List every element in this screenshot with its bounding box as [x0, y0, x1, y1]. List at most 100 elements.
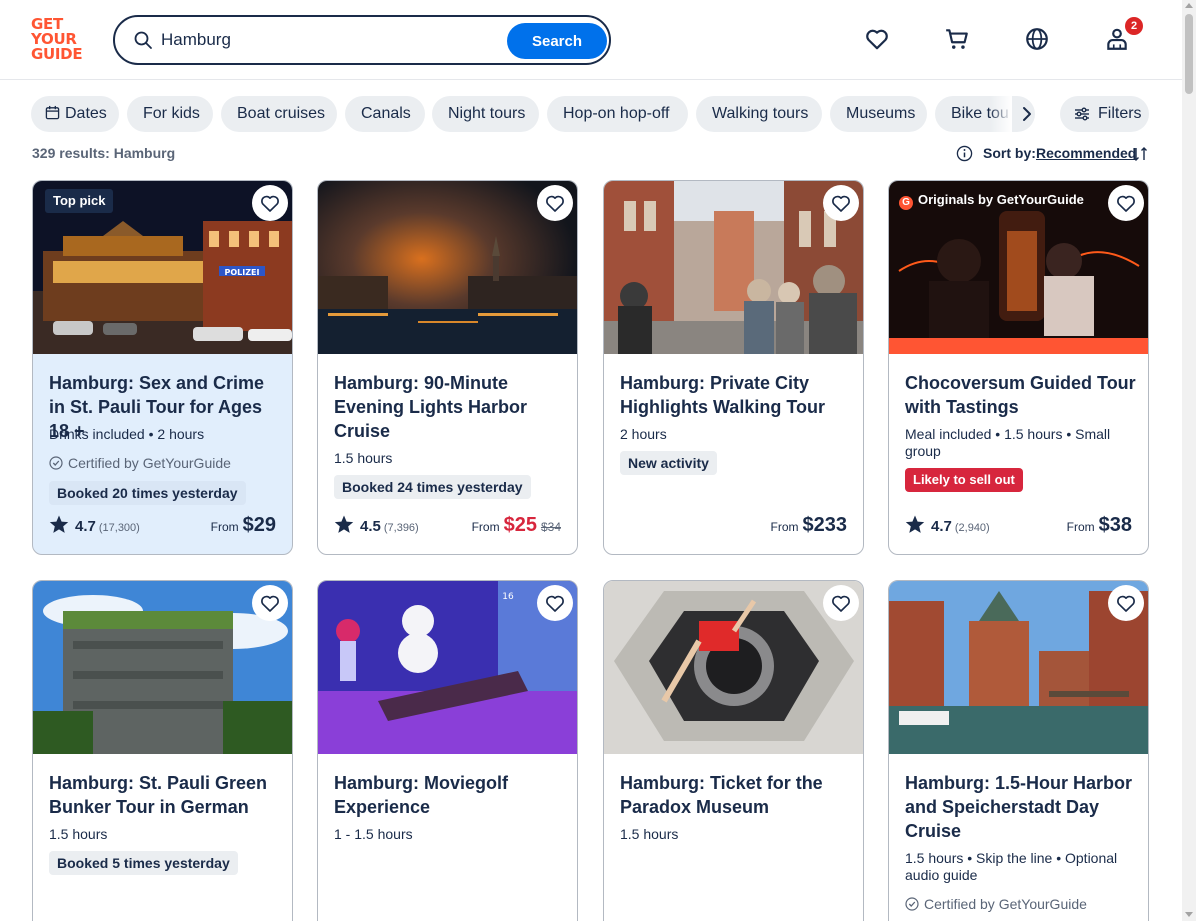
chip-night-tours[interactable]: Night tours — [432, 96, 539, 132]
wishlist-button[interactable] — [1108, 185, 1144, 221]
heart-icon — [261, 195, 279, 212]
wishlist-button[interactable] — [823, 185, 859, 221]
heart-icon — [1117, 195, 1135, 212]
certified-label: Certified by GetYourGuide — [905, 896, 1087, 912]
price-from-label: From — [770, 520, 799, 534]
activity-card[interactable]: G Originals by GetYourGuide Chocoversum G… — [888, 180, 1149, 555]
activity-card[interactable]: Hamburg: 1.5-Hour Harbor and Speichersta… — [888, 580, 1149, 921]
activity-card[interactable]: Hamburg: Ticket for the Paradox Museum 1… — [603, 580, 864, 921]
logo[interactable]: GET YOUR GUIDE — [31, 17, 91, 63]
certified-label: Certified by GetYourGuide — [49, 455, 231, 471]
chevron-right-icon[interactable] — [1014, 100, 1040, 128]
originals-label: Originals by GetYourGuide — [918, 192, 1084, 207]
activity-card[interactable]: Hamburg: Private City Highlights Walking… — [603, 180, 864, 555]
heart-icon — [832, 595, 850, 612]
originals-logo-icon: G — [899, 196, 913, 210]
heart-icon — [546, 195, 564, 212]
card-meta: 1.5 hours — [49, 826, 108, 842]
price-amount: $38 — [1098, 514, 1132, 536]
sort-value[interactable]: Recommended — [1036, 145, 1136, 161]
card-meta: Meal included • 1.5 hours • Small group — [905, 426, 1111, 459]
review-count: (7,396) — [383, 522, 419, 534]
chip-hop-on-hop-off[interactable]: Hop-on hop-off — [547, 96, 688, 132]
heart-icon — [546, 595, 564, 612]
wishlist-button[interactable] — [252, 585, 288, 621]
booked-badge: Booked 24 times yesterday — [334, 475, 531, 499]
card-title[interactable]: Hamburg: 1.5-Hour Harbor and Speichersta… — [905, 771, 1140, 843]
heart-icon[interactable] — [864, 26, 890, 52]
chip-dates[interactable]: Dates — [31, 96, 119, 132]
star-icon — [49, 515, 69, 533]
top-header: GET YOUR GUIDE Search 2 — [0, 0, 1182, 80]
chip-label: Dates — [65, 105, 107, 122]
wishlist-button[interactable] — [252, 185, 288, 221]
star-icon — [905, 515, 925, 533]
card-title[interactable]: Hamburg: Moviegolf Experience — [334, 771, 569, 819]
card-title[interactable]: Hamburg: Ticket for the Paradox Museum — [620, 771, 855, 819]
filters-icon — [1075, 107, 1089, 121]
sell-out-badge: Likely to sell out — [905, 468, 1023, 492]
wishlist-button[interactable] — [537, 185, 573, 221]
chips-fade — [990, 96, 1012, 132]
results-count: 329 results: Hamburg — [32, 145, 176, 161]
top-pick-badge: Top pick — [45, 189, 114, 213]
card-title[interactable]: Hamburg: 90-Minute Evening Lights Harbor… — [334, 371, 569, 443]
booked-badge: Booked 5 times yesterday — [49, 851, 238, 875]
rating-value: 4.5 — [360, 518, 381, 535]
price: From $25 $34 — [472, 514, 561, 537]
logo-line-3: GUIDE — [31, 45, 83, 63]
card-title[interactable]: Hamburg: Private City Highlights Walking… — [620, 371, 855, 419]
price-from-label: From — [471, 520, 500, 534]
search-icon — [134, 31, 152, 49]
chip-canals[interactable]: Canals — [345, 96, 425, 132]
originals-bar — [889, 338, 1148, 354]
check-badge-icon — [49, 456, 63, 470]
price-amount: $233 — [802, 514, 848, 536]
card-title[interactable]: Chocoversum Guided Tour with Tastings — [905, 371, 1140, 419]
review-count: (17,300) — [98, 522, 140, 534]
certified-text: Certified by GetYourGuide — [68, 455, 231, 471]
search-bar: Search — [113, 15, 611, 65]
scroll-down-arrow[interactable] — [1185, 912, 1193, 917]
chip-boat-cruises[interactable]: Boat cruises — [221, 96, 337, 132]
globe-icon[interactable] — [1024, 26, 1050, 52]
card-title[interactable]: Hamburg: St. Pauli Green Bunker Tour in … — [49, 771, 284, 819]
certified-text: Certified by GetYourGuide — [924, 896, 1087, 912]
scrollbar[interactable] — [1182, 0, 1196, 921]
price: From $38 — [1067, 514, 1132, 537]
rating: 4.7 (2,940) — [905, 515, 990, 537]
chip-walking-tours[interactable]: Walking tours — [696, 96, 822, 132]
price-amount: $29 — [242, 514, 276, 536]
activity-card[interactable]: 16 Hamburg: Moviegolf Experience 1 - 1.5… — [317, 580, 578, 921]
booked-badge: Booked 20 times yesterday — [49, 481, 246, 505]
search-button[interactable]: Search — [507, 23, 607, 59]
calendar-icon — [45, 105, 60, 120]
card-meta: 2 hours — [620, 426, 667, 442]
cart-icon[interactable] — [944, 26, 970, 52]
wishlist-button[interactable] — [823, 585, 859, 621]
chip-for-kids[interactable]: For kids — [127, 96, 213, 132]
info-icon[interactable] — [956, 145, 973, 162]
category-chips: Dates For kids Boat cruises Canals Night… — [31, 96, 1041, 132]
search-input[interactable] — [161, 27, 501, 53]
price-from-label: From — [1066, 520, 1095, 534]
sort-icon[interactable] — [1131, 145, 1149, 163]
polizei-sign: POLIZEI — [225, 268, 260, 277]
card-meta: 1.5 hours — [334, 450, 393, 466]
activity-card[interactable]: Hamburg: 90-Minute Evening Lights Harbor… — [317, 180, 578, 555]
wishlist-button[interactable] — [1108, 585, 1144, 621]
wishlist-button[interactable] — [537, 585, 573, 621]
card-meta: 1.5 hours — [620, 826, 679, 842]
chip-museums[interactable]: Museums — [830, 96, 927, 132]
scroll-up-arrow[interactable] — [1185, 3, 1193, 8]
card-meta: 1 - 1.5 hours — [334, 826, 413, 842]
activity-card[interactable]: Hamburg: St. Pauli Green Bunker Tour in … — [32, 580, 293, 921]
review-count: (2,940) — [954, 522, 990, 534]
heart-icon — [1117, 595, 1135, 612]
sort-label: Sort by: — [983, 145, 1036, 161]
activity-card[interactable]: POLIZEI Top pick Hamburg: Sex and Crime … — [32, 180, 293, 555]
star-icon — [334, 515, 354, 533]
cart-count-badge: 2 — [1125, 17, 1143, 35]
rating-value: 4.7 — [75, 518, 96, 535]
scroll-thumb[interactable] — [1185, 14, 1193, 94]
